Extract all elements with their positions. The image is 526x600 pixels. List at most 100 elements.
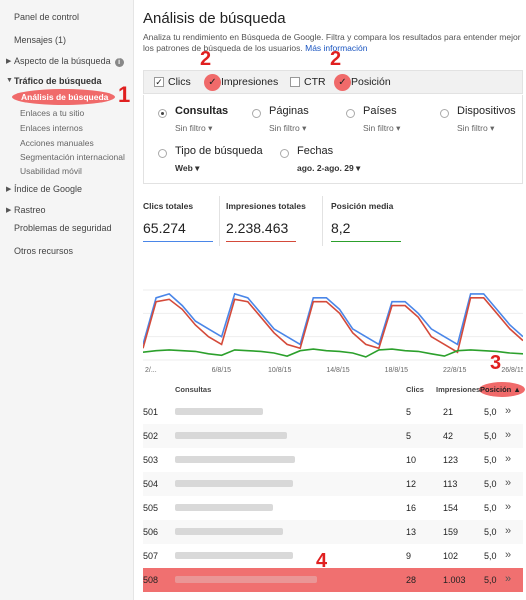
- table-row[interactable]: 504 12 113 5,0 »: [143, 472, 523, 496]
- sidebar-item-messages[interactable]: Mensajes (1): [14, 35, 66, 45]
- row-number: 508: [143, 575, 159, 585]
- table-row[interactable]: 503 10 123 5,0 »: [143, 448, 523, 472]
- col-header-position[interactable]: Posición ▲: [480, 385, 521, 394]
- clicks-cell: 5: [406, 407, 412, 417]
- series-line-2: [143, 297, 523, 354]
- chevron-right-icon[interactable]: »: [505, 453, 511, 465]
- impressions-underline: [226, 241, 296, 242]
- col-header-clicks[interactable]: Clics: [406, 385, 424, 394]
- impressions-cell: 159: [443, 527, 459, 537]
- sidebar-item-google-index[interactable]: Índice de Google: [14, 184, 82, 194]
- clicks-cell: 9: [406, 551, 412, 561]
- devices-filter-dropdown[interactable]: Sin filtro ▾: [457, 123, 494, 134]
- clicks-cell: 13: [406, 527, 417, 537]
- ctr-checkbox[interactable]: [290, 77, 300, 87]
- annotation-1: 1: [118, 82, 131, 107]
- filters-panel: Consultas Sin filtro ▾ Páginas Sin filtr…: [143, 95, 523, 184]
- sidebar-item-mobile-usability[interactable]: Usabilidad móvil: [20, 166, 82, 176]
- clicks-total-label: Clics totales: [143, 201, 194, 211]
- sidebar-item-search-analytics[interactable]: Análisis de búsqueda: [21, 92, 108, 102]
- col-header-queries[interactable]: Consultas: [175, 385, 211, 394]
- divider: [219, 196, 220, 246]
- sidebar-item-search-appearance[interactable]: Aspecto de la búsqueda i: [14, 56, 124, 67]
- sidebar-item-security[interactable]: Problemas de seguridad: [14, 223, 112, 233]
- triangle-down-icon[interactable]: ▼: [6, 77, 13, 84]
- countries-radio[interactable]: [346, 109, 355, 118]
- sidebar-item-search-traffic[interactable]: Tráfico de búsqueda: [14, 76, 102, 86]
- table-row[interactable]: 508 28 1.003 5,0 »: [143, 568, 523, 592]
- queries-radio[interactable]: [158, 109, 167, 118]
- position-underline: [331, 241, 401, 242]
- triangle-right-icon[interactable]: ▶: [6, 185, 11, 193]
- main-content: Análisis de búsqueda Analiza tu rendimie…: [134, 0, 526, 600]
- dates-label: Fechas: [297, 145, 334, 157]
- devices-label: Dispositivos: [457, 105, 516, 117]
- pages-label: Páginas: [269, 105, 309, 117]
- sidebar-item-links-to-site[interactable]: Enlaces a tu sitio: [20, 108, 84, 118]
- row-number: 507: [143, 551, 159, 561]
- query-text-redacted: [175, 504, 273, 511]
- clicks-cell: 12: [406, 479, 417, 489]
- impressions-total-value: 2.238.463: [226, 220, 289, 236]
- triangle-right-icon[interactable]: ▶: [6, 206, 11, 214]
- series-line-3: [143, 348, 523, 358]
- queries-filter-dropdown[interactable]: Sin filtro ▾: [175, 123, 212, 134]
- x-tick-label: 10/8/15: [268, 367, 291, 374]
- x-tick-label: 14/8/15: [326, 367, 349, 374]
- queries-label: Consultas: [175, 105, 229, 117]
- table-row[interactable]: 507 9 102 5,0 »: [143, 544, 523, 568]
- col-header-impressions[interactable]: Impresiones: [436, 385, 480, 394]
- search-type-dropdown[interactable]: Web ▾: [175, 163, 199, 174]
- position-cell: 5,0: [484, 455, 497, 465]
- row-number: 501: [143, 407, 159, 417]
- row-number: 504: [143, 479, 159, 489]
- clicks-cell: 16: [406, 503, 417, 513]
- chevron-right-icon[interactable]: »: [505, 405, 511, 417]
- chevron-right-icon[interactable]: »: [505, 429, 511, 441]
- position-avg-label: Posición media: [331, 201, 394, 211]
- impressions-checkbox[interactable]: ✓: [204, 74, 221, 91]
- devices-radio[interactable]: [440, 109, 449, 118]
- info-icon[interactable]: i: [114, 58, 124, 67]
- chevron-right-icon[interactable]: »: [505, 549, 511, 561]
- dates-dropdown[interactable]: ago. 2-ago. 29 ▾: [297, 163, 360, 174]
- countries-filter-dropdown[interactable]: Sin filtro ▾: [363, 123, 400, 134]
- sidebar-item-other[interactable]: Otros recursos: [14, 246, 73, 256]
- table-row[interactable]: 501 5 21 5,0 »: [143, 400, 523, 424]
- row-number: 505: [143, 503, 159, 513]
- chevron-right-icon[interactable]: »: [505, 501, 511, 513]
- impressions-label: Impresiones: [221, 76, 279, 88]
- clicks-checkbox[interactable]: ✓: [154, 77, 164, 87]
- query-text-redacted: [175, 408, 263, 415]
- dates-radio[interactable]: [280, 149, 289, 158]
- impressions-cell: 154: [443, 503, 459, 513]
- query-text-redacted: [175, 456, 295, 463]
- chevron-right-icon[interactable]: »: [505, 573, 511, 585]
- pages-radio[interactable]: [252, 109, 261, 118]
- x-tick-label: 26/8/15: [501, 367, 523, 374]
- sidebar-item-intl-targeting[interactable]: Segmentación internacional: [20, 152, 125, 162]
- sidebar-item-panel[interactable]: Panel de control: [14, 12, 79, 22]
- annotation-2: 2: [200, 48, 212, 70]
- sidebar-item-manual-actions[interactable]: Acciones manuales: [20, 138, 94, 148]
- clicks-cell: 5: [406, 431, 412, 441]
- annotation-2: 2: [330, 48, 342, 70]
- divider: [322, 196, 323, 246]
- sidebar-item-label: Aspecto de la búsqueda: [14, 56, 111, 66]
- ctr-label: CTR: [304, 76, 326, 88]
- table-row[interactable]: 505 16 154 5,0 »: [143, 496, 523, 520]
- chevron-right-icon[interactable]: »: [505, 477, 511, 489]
- search-type-radio[interactable]: [158, 149, 167, 158]
- triangle-right-icon[interactable]: ▶: [6, 57, 11, 65]
- table-row[interactable]: 506 13 159 5,0 »: [143, 520, 523, 544]
- chevron-right-icon[interactable]: »: [505, 525, 511, 537]
- query-text-redacted: [175, 480, 293, 487]
- clicks-label: Clics: [168, 76, 191, 88]
- position-checkbox[interactable]: ✓: [334, 74, 351, 91]
- sidebar-item-internal-links[interactable]: Enlaces internos: [20, 123, 83, 133]
- sidebar-item-crawl[interactable]: Rastreo: [14, 205, 46, 215]
- clicks-cell: 10: [406, 455, 417, 465]
- table-row[interactable]: 502 5 42 5,0 »: [143, 424, 523, 448]
- position-avg-value: 8,2: [331, 220, 351, 236]
- pages-filter-dropdown[interactable]: Sin filtro ▾: [269, 123, 306, 134]
